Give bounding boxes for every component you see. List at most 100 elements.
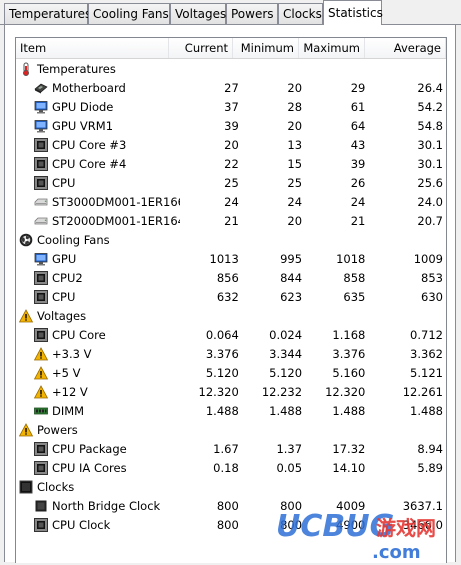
cpu-chip-icon	[34, 441, 49, 456]
chip-icon	[34, 499, 49, 513]
sensor-row[interactable]: CPU 25 25 26 25.6	[16, 173, 446, 192]
cpu-chip-icon	[34, 270, 49, 285]
hard-drive-icon	[34, 195, 49, 209]
sensor-row[interactable]: CPU Package 1.67 1.37 17.32 8.94	[16, 439, 446, 458]
sensor-row[interactable]: GPU Diode 37 28 61 54.2	[16, 97, 446, 116]
column-header-maximum[interactable]: Maximum	[299, 38, 365, 58]
tab-temperatures[interactable]: Temperatures	[4, 3, 91, 24]
warning-icon	[34, 384, 49, 399]
sensor-row[interactable]: +12 V 12.320 12.232 12.320 12.261	[16, 382, 446, 401]
cell-avg: 54.8	[417, 118, 443, 133]
category-row[interactable]: Clocks	[16, 477, 446, 496]
cell-max: 24	[350, 194, 366, 209]
row-name-cell: Motherboard	[16, 81, 180, 95]
cell-min: 0.024	[269, 327, 303, 342]
column-header-minimum[interactable]: Minimum	[233, 38, 299, 58]
tab-clocks[interactable]: Clocks	[278, 3, 323, 24]
cell-min: 844	[280, 270, 303, 285]
row-name-cell: CPU IA Cores	[16, 460, 180, 475]
cell-current: 1013	[209, 251, 239, 266]
cell-max: 14.10	[332, 460, 366, 475]
sensor-row[interactable]: +3.3 V 3.376 3.344 3.376 3.362	[16, 344, 446, 363]
category-row[interactable]: Temperatures	[16, 59, 446, 78]
cell-current: 12.320	[198, 384, 239, 399]
cell-avg: 5.89	[417, 460, 443, 475]
sensor-row[interactable]: CPU2 856 844 858 853	[16, 268, 446, 287]
cell-current: 856	[216, 270, 239, 285]
cell-min: 12.232	[261, 384, 303, 399]
row-label: CPU Clock	[52, 517, 111, 532]
cell-current: 5.120	[205, 365, 239, 380]
cell-max: 4009	[336, 498, 366, 513]
cell-avg: 30.1	[417, 137, 443, 152]
cell-min: 13	[287, 137, 303, 152]
row-name-cell: ST2000DM001-1ER164	[16, 214, 180, 228]
monitor-icon	[34, 119, 49, 133]
row-label: CPU Core	[52, 327, 106, 342]
cell-min: 24	[287, 194, 303, 209]
cell-max: 61	[350, 99, 366, 114]
row-label: Temperatures	[37, 61, 116, 76]
row-label: CPU	[52, 175, 76, 190]
cell-current: 3.376	[205, 346, 239, 361]
sensor-row[interactable]: CPU Core #3 20 13 43 30.1	[16, 135, 446, 154]
cell-max: 12.320	[325, 384, 366, 399]
tab-statistics[interactable]: Statistics	[323, 0, 383, 25]
cell-min: 3.344	[269, 346, 303, 361]
tab-voltages[interactable]: Voltages	[170, 3, 226, 24]
row-label: Cooling Fans	[37, 232, 110, 247]
sensor-row[interactable]: ST2000DM001-1ER164 21 20 21 20.7	[16, 211, 446, 230]
row-label: CPU Package	[52, 441, 127, 456]
cell-avg: 630	[421, 289, 443, 304]
row-label: Clocks	[37, 479, 75, 494]
sensor-row[interactable]: ST3000DM001-1ER166 24 24 24 24.0	[16, 192, 446, 211]
sensor-row[interactable]: GPU 1013 995 1018 1009	[16, 249, 446, 268]
cell-avg: 12.261	[402, 384, 443, 399]
sensor-row[interactable]: CPU Core #4 22 15 39 30.1	[16, 154, 446, 173]
cell-max: 17.32	[332, 441, 366, 456]
sensor-row[interactable]: DIMM 1.488 1.488 1.488 1.488	[16, 401, 446, 420]
category-row[interactable]: Cooling Fans	[16, 230, 446, 249]
row-name-cell: CPU	[16, 289, 180, 304]
column-header-current[interactable]: Current	[169, 38, 233, 58]
cell-current: 0.18	[213, 460, 239, 475]
cell-current: 22	[224, 156, 239, 171]
sensor-row[interactable]: Motherboard 27 20 29 26.4	[16, 78, 446, 97]
cell-min: 5.120	[269, 365, 303, 380]
row-name-cell: CPU2	[16, 270, 180, 285]
row-label: CPU2	[52, 270, 83, 285]
row-name-cell: CPU Core #4	[16, 156, 180, 171]
list-body: Temperatures Motherboard 27 20 29 26.4 GPU Dio…	[16, 59, 446, 534]
cell-min: 800	[280, 498, 303, 513]
sensor-row[interactable]: +5 V 5.120 5.120 5.160 5.121	[16, 363, 446, 382]
row-name-cell: CPU Core	[16, 327, 180, 342]
row-label: GPU VRM1	[52, 118, 114, 133]
sensor-row[interactable]: CPU Core 0.064 0.024 1.168 0.712	[16, 325, 446, 344]
row-label: Powers	[37, 422, 78, 437]
warning-icon	[34, 365, 49, 380]
category-row[interactable]: Powers	[16, 420, 446, 439]
cell-current: 800	[216, 498, 239, 513]
sensor-row[interactable]: North Bridge Clock 800 800 4009 3637.1	[16, 496, 446, 515]
row-name-cell: CPU Core #3	[16, 137, 180, 152]
memory-icon	[34, 404, 49, 418]
tab-cooling-fans[interactable]: Cooling Fans	[88, 3, 170, 24]
monitor-icon	[34, 100, 49, 114]
category-row[interactable]: Voltages	[16, 306, 446, 325]
cell-avg: 20.7	[417, 213, 443, 228]
cell-min: 25	[287, 175, 303, 190]
tab-powers[interactable]: Powers	[226, 3, 278, 24]
cpu-chip-icon	[34, 460, 49, 475]
row-name-cell: ST3000DM001-1ER166	[16, 195, 180, 209]
sensor-row[interactable]: GPU VRM1 39 20 64 54.8	[16, 116, 446, 135]
column-header-average[interactable]: Average	[365, 38, 446, 58]
sensor-row[interactable]: CPU Clock 800 800 4900 3466.0	[16, 515, 446, 534]
cpu-chip-icon	[34, 156, 49, 171]
column-header-item[interactable]: Item	[16, 38, 169, 58]
cpu-chip-icon	[34, 289, 49, 304]
sensor-row[interactable]: CPU IA Cores 0.18 0.05 14.10 5.89	[16, 458, 446, 477]
cell-avg: 3.362	[410, 346, 443, 361]
cell-avg: 54.2	[417, 99, 443, 114]
sensor-row[interactable]: CPU 632 623 635 630	[16, 287, 446, 306]
row-label: ST2000DM001-1ER164	[52, 213, 181, 228]
